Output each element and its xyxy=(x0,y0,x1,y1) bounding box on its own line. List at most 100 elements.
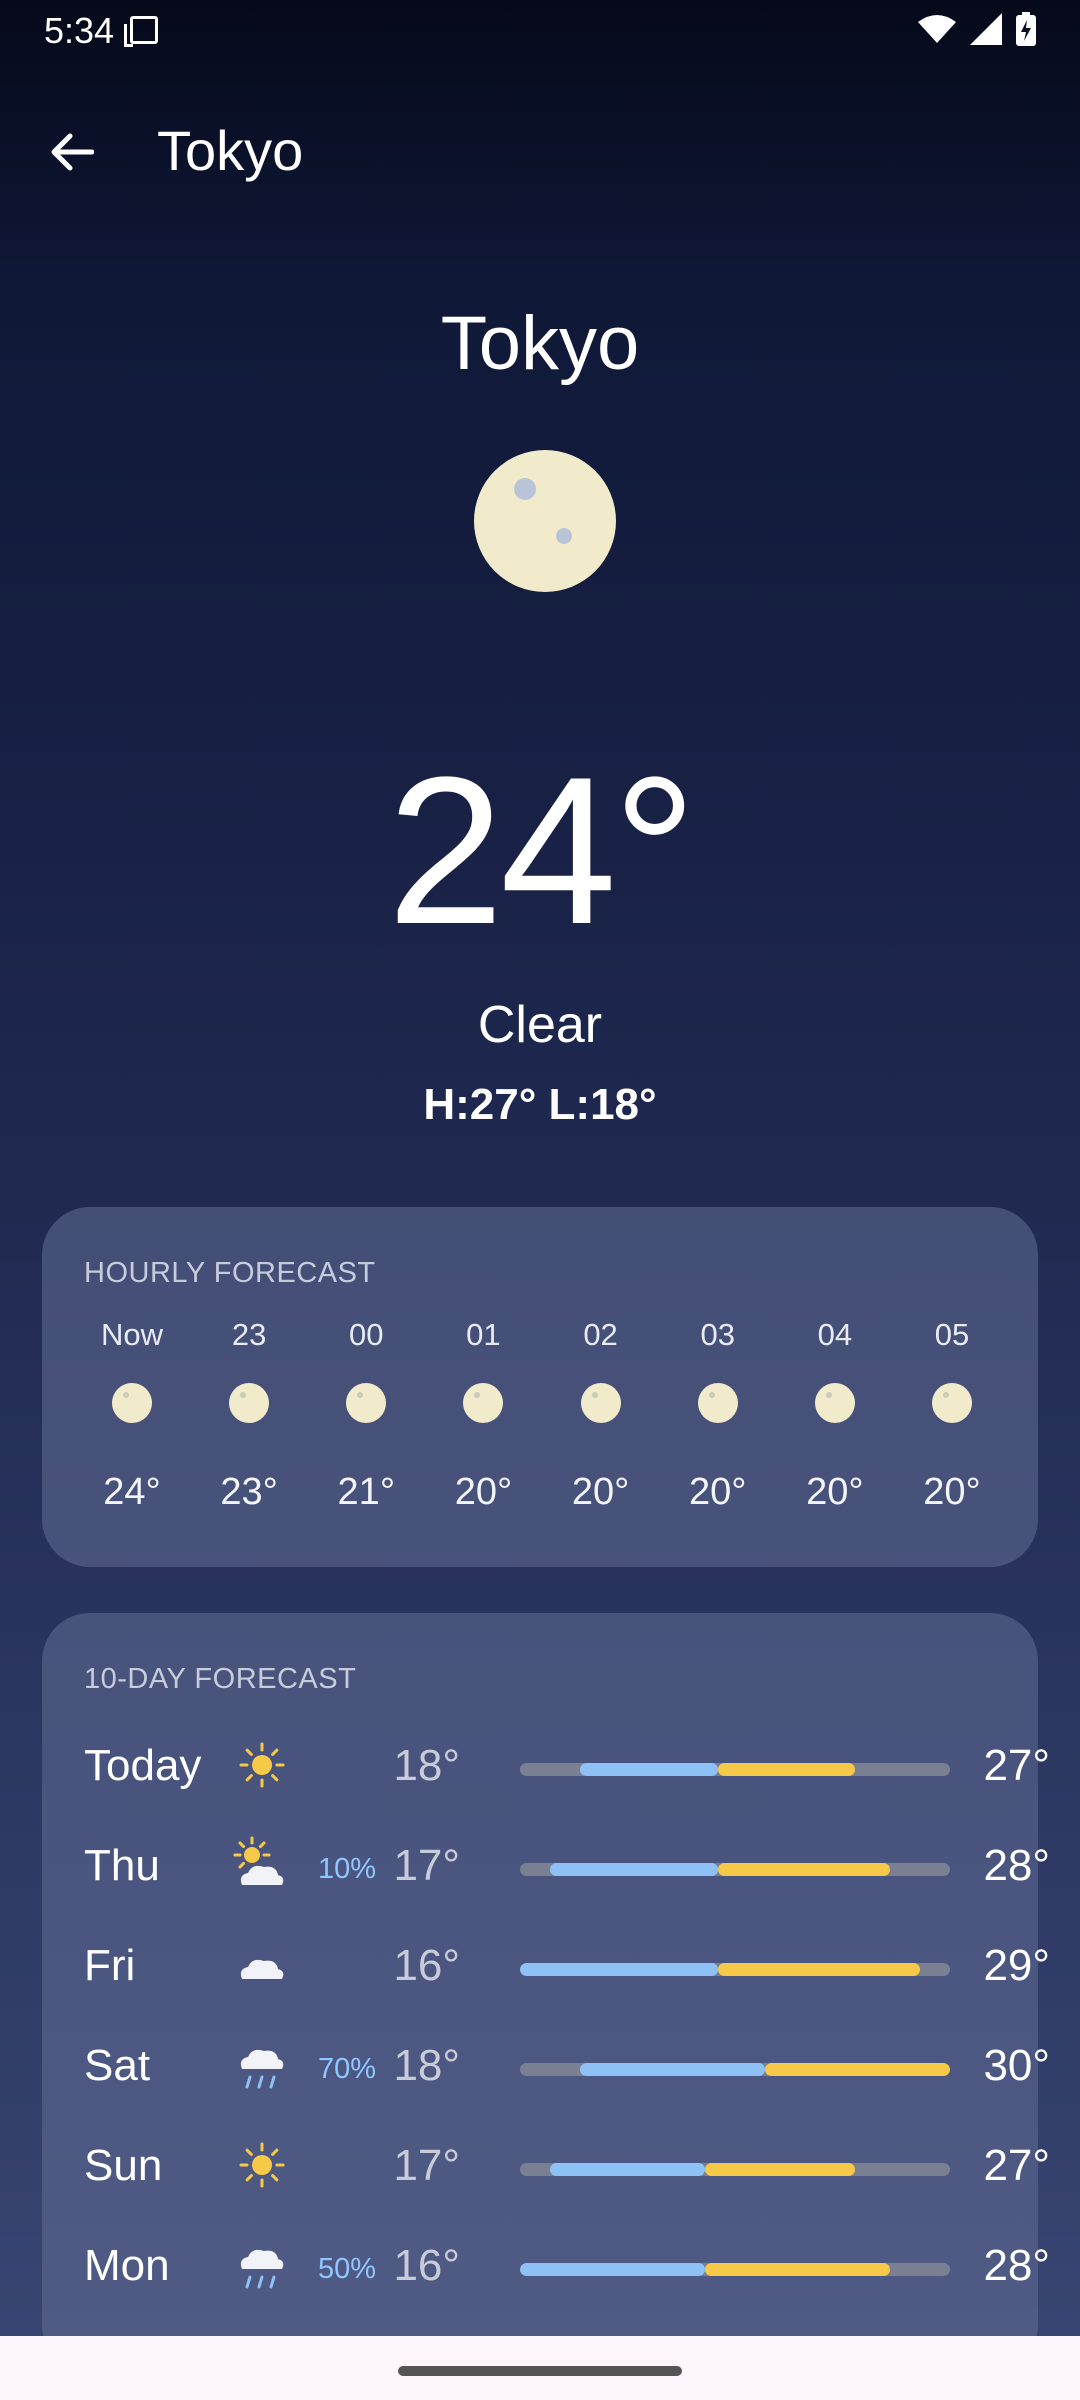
gesture-nav-bar xyxy=(0,2336,1080,2400)
day-high-temp: 27° xyxy=(983,2141,1050,2190)
day-low-temp: 18° xyxy=(393,1741,460,1790)
day-low-temp: 17° xyxy=(393,1841,460,1890)
day-high-temp: 28° xyxy=(983,2241,1050,2290)
day-low-temp: 16° xyxy=(393,1941,460,1990)
hourly-list[interactable]: Now 24° 23 23° 00 21° 01 20° 02 20° 03 20° 04 20° 05 20… xyxy=(82,1317,1002,1537)
moon-icon xyxy=(931,1383,972,1423)
moon-icon xyxy=(814,1383,855,1423)
temp-range-bar xyxy=(520,1763,950,1776)
status-icons xyxy=(918,12,1036,46)
hourly-time: 03 xyxy=(700,1317,735,1352)
daily-row: Thu 10% 17° 28° xyxy=(84,1813,1050,1913)
daily-forecast-card[interactable]: 10-DAY FORECAST Today 18° 27° Thu 10% 17° 28° F… xyxy=(42,1613,1050,2373)
precip-chance: 70% xyxy=(317,2053,376,2085)
hourly-temp: 20° xyxy=(806,1471,864,1513)
hourly-time: Now xyxy=(100,1317,163,1352)
temp-range-cool xyxy=(520,2263,705,2276)
hourly-temp: 24° xyxy=(103,1471,161,1513)
current-temperature: 24° xyxy=(387,733,697,968)
temp-range-warm xyxy=(704,2163,856,2176)
temp-range-warm xyxy=(717,1963,920,1976)
temp-range-warm xyxy=(717,1863,890,1876)
sun-icon xyxy=(239,2142,285,2188)
hourly-item: 05 20° xyxy=(902,1317,1002,1537)
rain-icon xyxy=(240,2049,284,2089)
hourly-forecast-title: HOURLY FORECAST xyxy=(84,1257,376,1289)
day-high-temp: 30° xyxy=(983,2041,1050,2090)
current-condition: Clear xyxy=(477,996,603,1054)
temp-range-cool xyxy=(520,1963,718,1976)
app-bar-title: Tokyo xyxy=(157,119,304,182)
temp-range-bar xyxy=(520,2163,950,2176)
temp-range-bar xyxy=(520,1963,950,1976)
temp-range-warm xyxy=(765,2063,950,2076)
cloud-icon xyxy=(240,1959,284,1979)
moon-icon xyxy=(346,1383,387,1423)
hourly-time: 04 xyxy=(817,1317,853,1352)
temp-range-bar xyxy=(520,2263,950,2276)
hourly-item: 02 20° xyxy=(551,1317,651,1537)
precip-chance: 50% xyxy=(317,2253,376,2285)
temp-range-bar xyxy=(520,2063,950,2076)
temp-range-cool xyxy=(580,2063,766,2076)
hourly-time: 02 xyxy=(583,1317,618,1352)
day-low-temp: 16° xyxy=(393,2241,460,2290)
temp-range-bar xyxy=(520,1863,950,1876)
moon-icon xyxy=(580,1383,621,1423)
day-high-temp: 29° xyxy=(983,1941,1050,1990)
status-bar: 5:34 xyxy=(0,0,1080,60)
day-name: Sat xyxy=(84,2041,151,2090)
current-city: Tokyo xyxy=(440,301,640,386)
app-bar: Tokyo xyxy=(0,100,1080,200)
back-button[interactable] xyxy=(36,116,108,188)
temp-range-cool xyxy=(580,1763,718,1776)
current-high-low: H:27° L:18° xyxy=(423,1080,657,1129)
day-low-temp: 17° xyxy=(393,2141,460,2190)
hourly-temp: 20° xyxy=(923,1471,981,1513)
hourly-time: 05 xyxy=(934,1317,970,1352)
hourly-item: 01 20° xyxy=(433,1317,533,1537)
day-high-temp: 27° xyxy=(983,1741,1050,1790)
hourly-time: 00 xyxy=(349,1317,384,1352)
cellular-signal-icon xyxy=(970,13,1002,45)
status-time: 5:34 xyxy=(44,10,115,51)
daily-row: Sat 70% 18° 30° xyxy=(84,2013,1050,2113)
hourly-item: 03 20° xyxy=(668,1317,768,1537)
day-low-temp: 18° xyxy=(393,2041,460,2090)
daily-row: Sun 17° 27° xyxy=(84,2113,1050,2213)
hourly-temp: 23° xyxy=(220,1471,278,1513)
partly-cloudy-icon xyxy=(233,1836,284,1885)
hourly-item: 00 21° xyxy=(316,1317,416,1537)
moon-icon xyxy=(474,450,616,592)
hourly-forecast-card[interactable]: HOURLY FORECAST Now 24° 23 23° 00 21° 01 20° 02 2… xyxy=(42,1207,1038,1567)
hourly-temp: 21° xyxy=(337,1471,396,1513)
day-high-temp: 28° xyxy=(983,1841,1050,1890)
day-name: Fri xyxy=(84,1941,136,1990)
day-name: Today xyxy=(84,1741,202,1790)
daily-row: Mon 50% 16° 28° xyxy=(84,2213,1050,2313)
temp-range-cool xyxy=(550,1863,718,1876)
hourly-time: 23 xyxy=(231,1317,267,1352)
precip-chance: 10% xyxy=(317,1853,376,1885)
wifi-icon xyxy=(918,15,956,43)
temp-range-cool xyxy=(550,2163,705,2176)
rain-icon xyxy=(240,2249,284,2289)
temp-range-warm xyxy=(704,2263,890,2276)
hourly-time: 01 xyxy=(466,1317,501,1352)
hourly-temp: 20° xyxy=(688,1471,747,1513)
day-name: Sun xyxy=(84,2141,163,2190)
hourly-temp: 20° xyxy=(454,1471,513,1513)
home-gesture-handle[interactable] xyxy=(398,2366,682,2376)
moon-icon xyxy=(229,1383,270,1423)
daily-list[interactable]: Today 18° 27° Thu 10% 17° 28° Fri 16° 29° Sat 70% 18… xyxy=(84,1713,1050,2313)
hourly-temp: 20° xyxy=(571,1471,630,1513)
moon-icon xyxy=(463,1383,504,1423)
battery-charging-icon xyxy=(1016,12,1036,46)
hourly-item: 04 20° xyxy=(785,1317,885,1537)
temp-range-warm xyxy=(717,1763,856,1776)
hourly-item: Now 24° xyxy=(82,1317,182,1537)
daily-row: Today 18° 27° xyxy=(84,1713,1050,1813)
moon-icon xyxy=(697,1383,738,1423)
day-name: Mon xyxy=(84,2241,170,2290)
sim-card-icon xyxy=(124,16,158,47)
